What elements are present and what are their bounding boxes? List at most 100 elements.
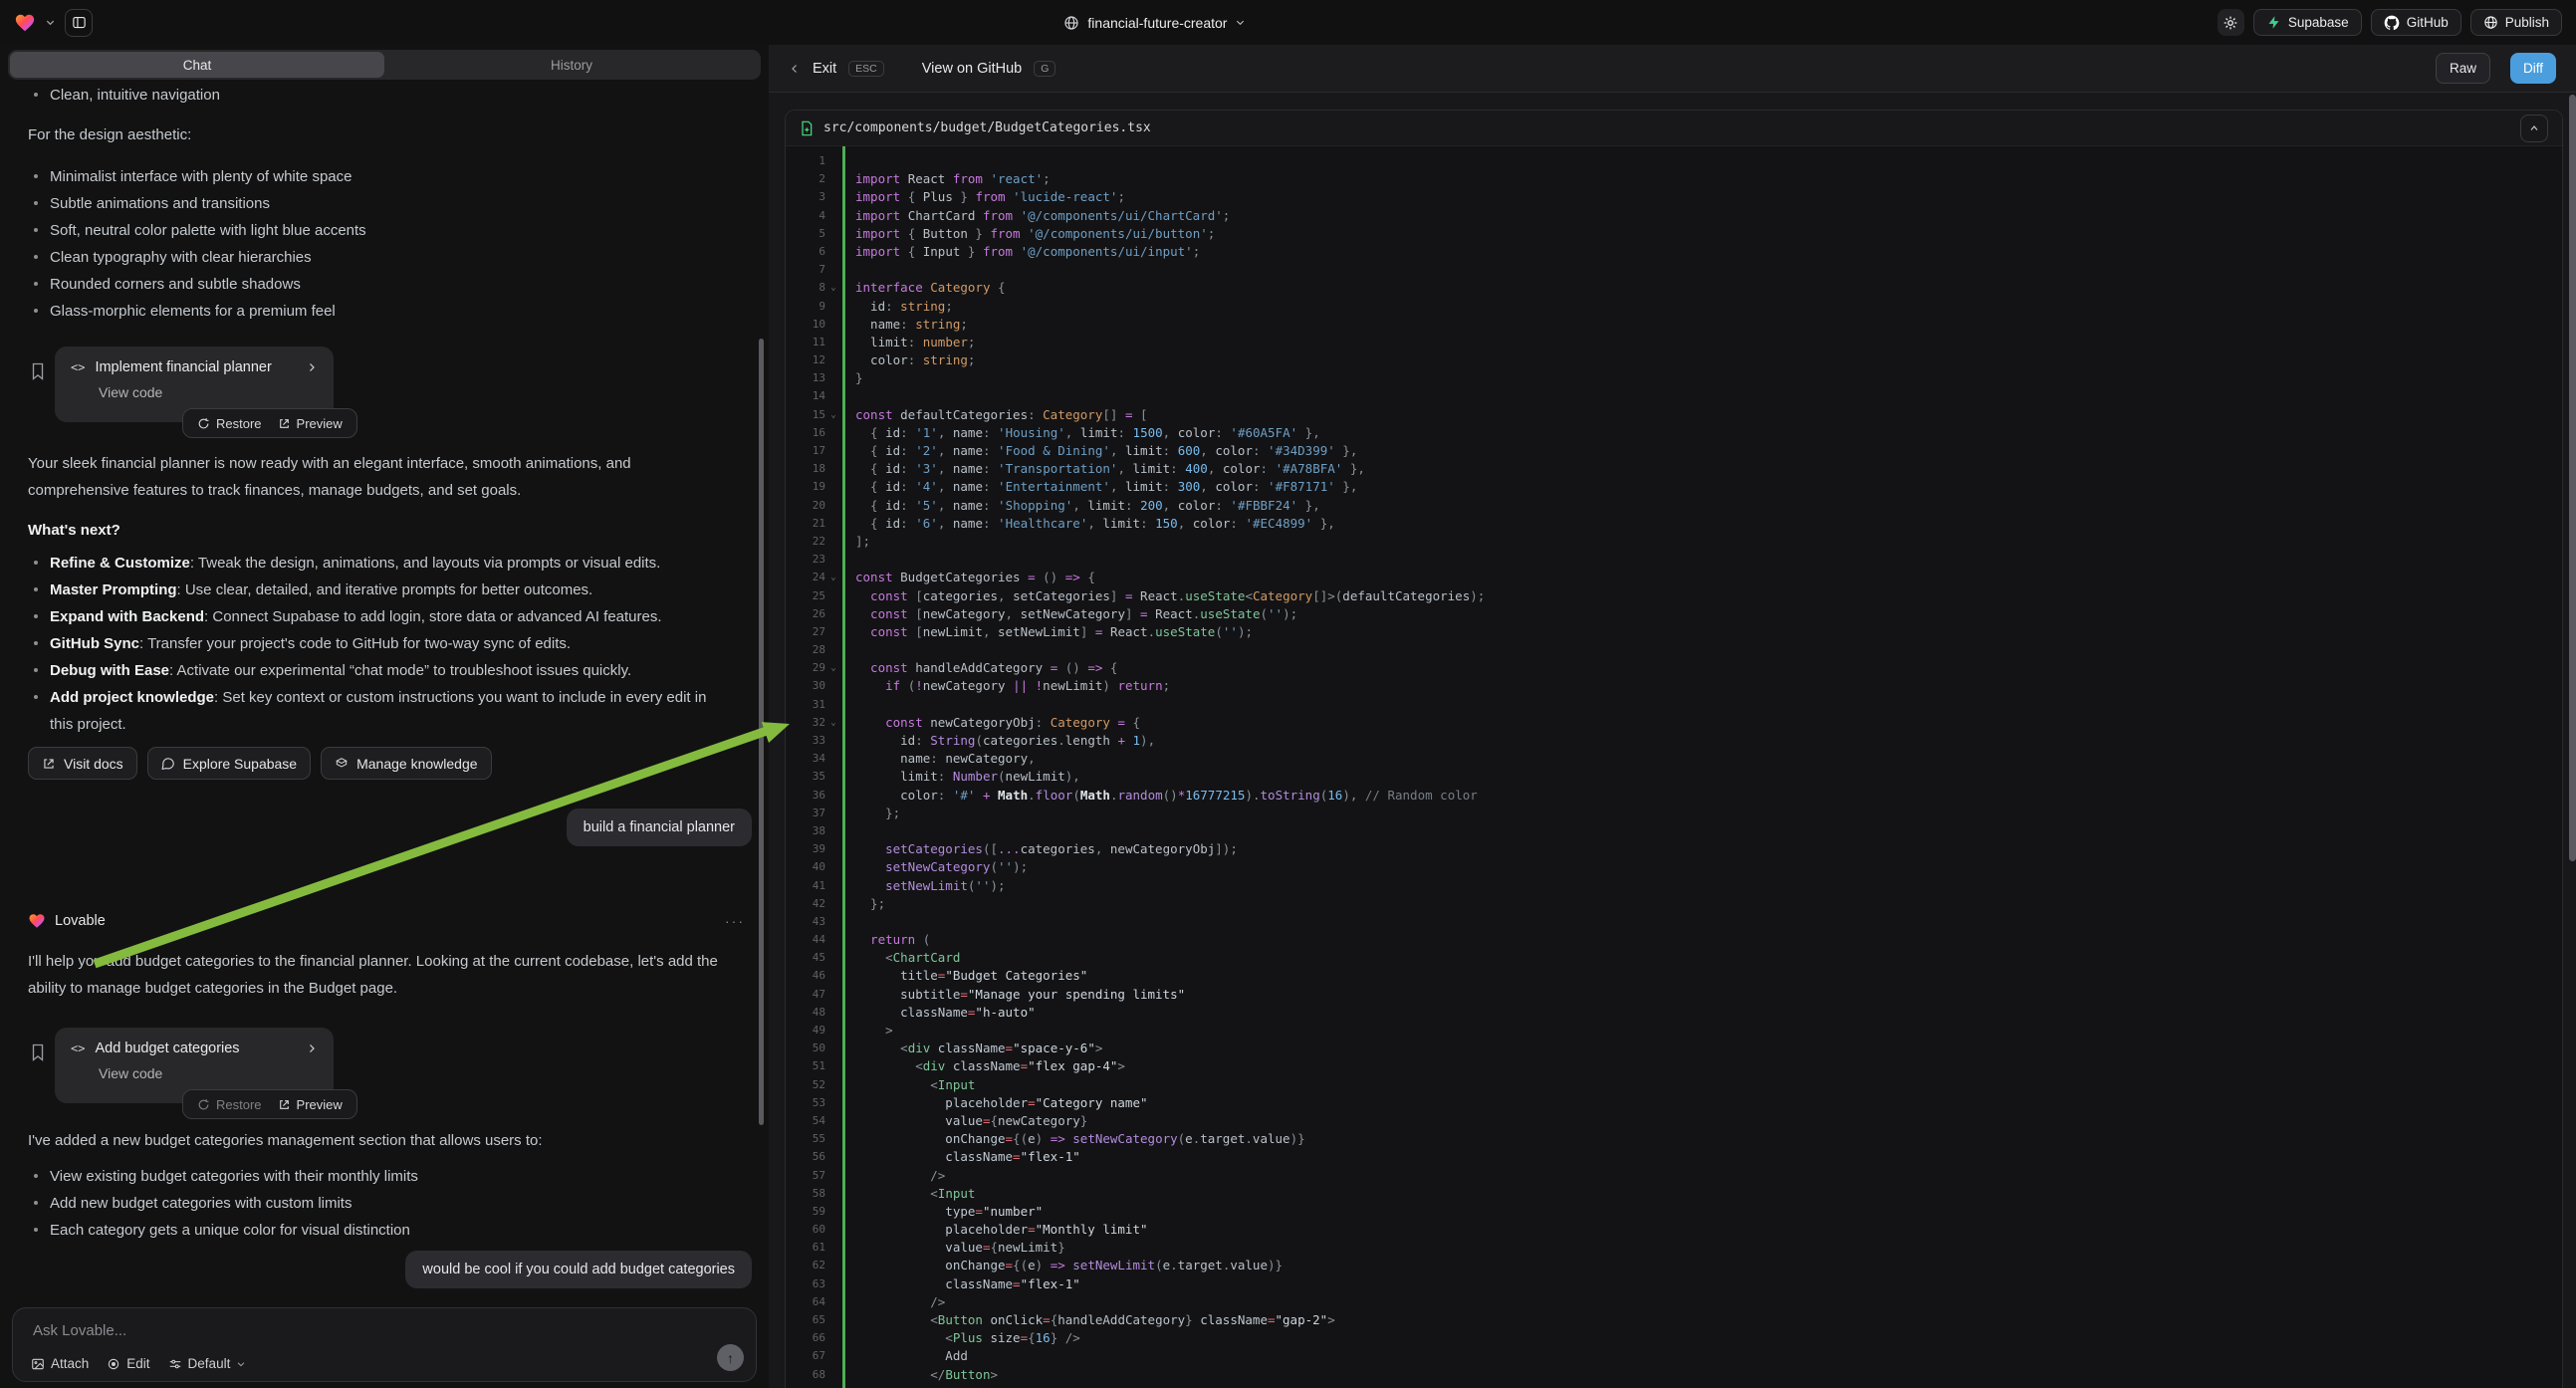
- sliders-icon: [168, 1357, 182, 1371]
- fold-chevron-icon: [825, 1185, 841, 1203]
- code-line: 41 setNewLimit('');: [786, 877, 2562, 895]
- fold-chevron-icon: [825, 787, 841, 805]
- fold-chevron-icon[interactable]: ⌄: [825, 406, 841, 424]
- explore-supabase-button[interactable]: Explore Supabase: [147, 747, 311, 780]
- fold-chevron-icon: [825, 1022, 841, 1040]
- added-features-list: View existing budget categories with the…: [28, 1163, 731, 1244]
- raw-toggle-button[interactable]: Raw: [2436, 53, 2490, 84]
- lovable-logo-icon[interactable]: [14, 12, 36, 34]
- code-line: 22];: [786, 533, 2562, 551]
- chat-input[interactable]: Ask Lovable... Attach Edit Default ↑: [12, 1307, 757, 1382]
- preview-button[interactable]: Preview: [278, 416, 343, 431]
- list-item: Debug with Ease: Activate our experiment…: [28, 657, 731, 684]
- send-button[interactable]: ↑: [717, 1344, 744, 1371]
- fold-chevron-icon: [825, 895, 841, 913]
- tab-chat[interactable]: Chat: [10, 52, 384, 78]
- code-text: <ChartCard: [855, 949, 960, 967]
- line-number: 37: [786, 805, 825, 822]
- fold-chevron-icon: [825, 316, 841, 334]
- code-text: placeholder="Category name": [855, 1094, 1148, 1112]
- fold-chevron-icon: [825, 1167, 841, 1185]
- view-on-github-button[interactable]: View on GitHub: [922, 61, 1022, 77]
- sidebar-toggle-button[interactable]: [65, 9, 93, 37]
- chevron-right-icon: [306, 361, 318, 373]
- assistant-name: Lovable: [55, 913, 106, 929]
- target-icon: [107, 1357, 120, 1371]
- code-body[interactable]: 12import React from 'react';3import { Pl…: [786, 146, 2562, 1388]
- fold-chevron-icon: [825, 677, 841, 695]
- edit-button[interactable]: Edit: [107, 1356, 149, 1371]
- code-lines: 12import React from 'react';3import { Pl…: [786, 152, 2562, 1384]
- line-number: 57: [786, 1167, 825, 1185]
- line-number: 54: [786, 1112, 825, 1130]
- list-item: GitHub Sync: Transfer your project's cod…: [28, 630, 731, 657]
- restore-icon: [197, 1098, 210, 1111]
- assistant-paragraph: I've added a new budget categories manag…: [28, 1127, 731, 1154]
- settings-button[interactable]: [2218, 9, 2244, 36]
- code-text: { id: '6', name: 'Healthcare', limit: 15…: [855, 515, 1335, 533]
- line-number: 59: [786, 1203, 825, 1221]
- list-item: Add new budget categories with custom li…: [28, 1190, 731, 1217]
- collapse-file-button[interactable]: [2520, 115, 2548, 142]
- added-lines-indicator: [842, 146, 845, 1388]
- code-line: 57 />: [786, 1167, 2562, 1185]
- code-text: placeholder="Monthly limit": [855, 1221, 1148, 1239]
- fold-chevron-icon: [825, 931, 841, 949]
- code-line: 44 return (: [786, 931, 2562, 949]
- line-number: 61: [786, 1239, 825, 1257]
- code-line: 3import { Plus } from 'lucide-react';: [786, 188, 2562, 206]
- manage-knowledge-button[interactable]: Manage knowledge: [321, 747, 491, 780]
- code-line: 30 if (!newCategory || !newLimit) return…: [786, 677, 2562, 695]
- more-options-icon[interactable]: ···: [725, 913, 745, 929]
- bookmark-icon[interactable]: [30, 1043, 46, 1061]
- line-number: 11: [786, 334, 825, 351]
- visit-docs-button[interactable]: Visit docs: [28, 747, 137, 780]
- chat-history-tabs: Chat History: [8, 50, 761, 80]
- fold-chevron-icon[interactable]: ⌄: [825, 569, 841, 586]
- view-code-link[interactable]: View code: [99, 1065, 318, 1081]
- code-text: setNewCategory('');: [855, 858, 1028, 876]
- preview-button[interactable]: Preview: [278, 1097, 343, 1112]
- fold-chevron-icon: [825, 641, 841, 659]
- line-number: 48: [786, 1004, 825, 1022]
- diff-toggle-button[interactable]: Diff: [2510, 53, 2556, 84]
- restore-button[interactable]: Restore: [197, 416, 262, 431]
- publish-button[interactable]: Publish: [2470, 9, 2562, 36]
- file-header[interactable]: src/components/budget/BudgetCategories.t…: [786, 111, 2562, 146]
- view-code-link[interactable]: View code: [99, 384, 318, 400]
- code-text: subtitle="Manage your spending limits": [855, 986, 1185, 1004]
- code-text: const defaultCategories: Category[] = [: [855, 406, 1148, 424]
- chevron-down-icon[interactable]: [45, 17, 56, 28]
- fold-chevron-icon[interactable]: ⌄: [825, 659, 841, 677]
- attach-button[interactable]: Attach: [31, 1356, 89, 1371]
- exit-button[interactable]: Exit: [813, 61, 836, 77]
- code-text: />: [855, 1293, 945, 1311]
- restore-button[interactable]: Restore: [197, 1097, 262, 1112]
- chat-scrollbar[interactable]: [759, 339, 764, 1125]
- fold-chevron-icon[interactable]: ⌄: [825, 279, 841, 297]
- code-line: 29⌄ const handleAddCategory = () => {: [786, 659, 2562, 677]
- globe-icon: [1063, 15, 1079, 31]
- code-line: 17 { id: '2', name: 'Food & Dining', lim…: [786, 442, 2562, 460]
- fold-chevron-icon: [825, 696, 841, 714]
- line-number: 22: [786, 533, 825, 551]
- fold-chevron-icon: [825, 805, 841, 822]
- fold-chevron-icon: [825, 986, 841, 1004]
- supabase-button[interactable]: Supabase: [2253, 9, 2362, 36]
- tab-history[interactable]: History: [384, 52, 759, 78]
- project-switcher[interactable]: financial-future-creator: [1063, 15, 1246, 31]
- line-number: 16: [786, 424, 825, 442]
- code-text: className="flex-1": [855, 1148, 1080, 1166]
- bookmark-icon[interactable]: [30, 362, 46, 380]
- line-number: 21: [786, 515, 825, 533]
- window-scrollbar[interactable]: [2569, 95, 2576, 861]
- code-line: 15⌄const defaultCategories: Category[] =…: [786, 406, 2562, 424]
- code-line: 37 };: [786, 805, 2562, 822]
- code-text: <div className="flex gap-4">: [855, 1057, 1125, 1075]
- code-line: 51 <div className="flex gap-4">: [786, 1057, 2562, 1075]
- fold-chevron-icon: [825, 1130, 841, 1148]
- mode-selector[interactable]: Default: [168, 1356, 247, 1371]
- fold-chevron-icon[interactable]: ⌄: [825, 714, 841, 732]
- line-number: 12: [786, 351, 825, 369]
- github-button[interactable]: GitHub: [2371, 9, 2461, 36]
